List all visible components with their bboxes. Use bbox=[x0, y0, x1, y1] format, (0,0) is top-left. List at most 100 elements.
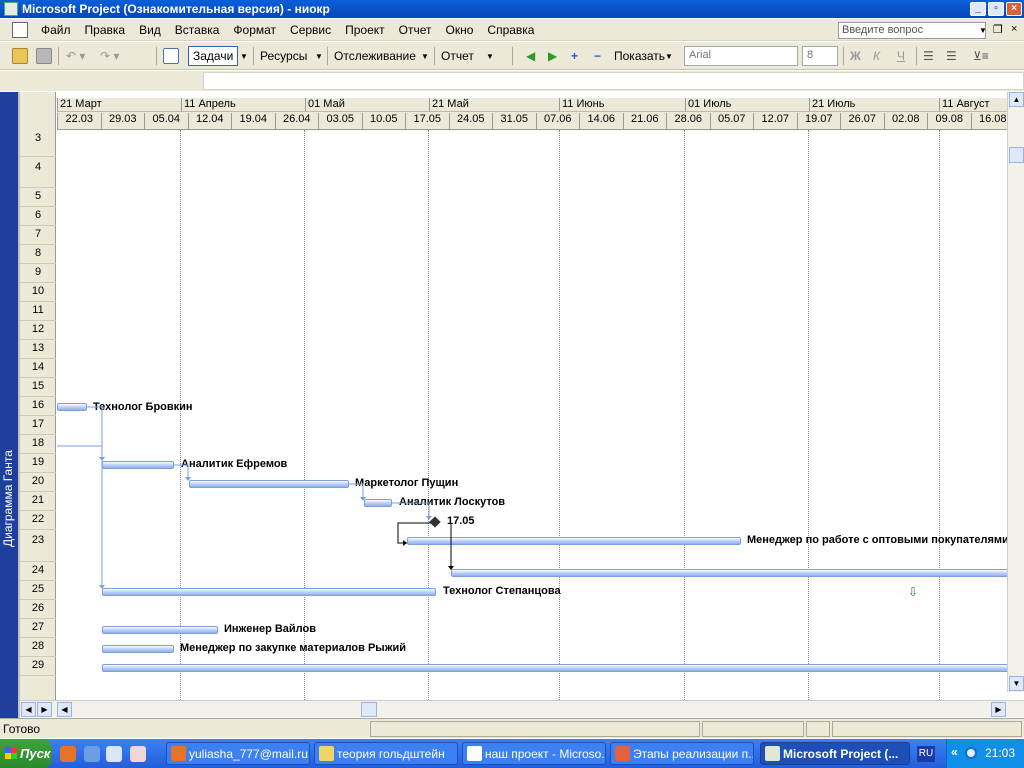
chevron-down-icon[interactable]: ▼ bbox=[979, 26, 987, 35]
row-number[interactable]: 5 bbox=[20, 188, 56, 207]
save-icon[interactable] bbox=[36, 48, 52, 64]
gantt-chart[interactable]: 21 Март 11 Апрель 01 Май 21 Май 11 Июнь 01 Ию… bbox=[57, 92, 1007, 700]
language-indicator[interactable]: RU bbox=[917, 746, 935, 762]
filter-icon[interactable]: ⊻≡ bbox=[973, 46, 989, 66]
row-number[interactable]: 27 bbox=[20, 619, 56, 638]
menu-tools[interactable]: Сервис bbox=[283, 23, 338, 37]
gantt-scroll-left-icon[interactable]: ◀ bbox=[57, 702, 72, 717]
bold-button[interactable]: Ж bbox=[850, 46, 861, 66]
row-number[interactable]: 22 bbox=[20, 511, 56, 530]
minus-icon[interactable]: − bbox=[594, 46, 601, 66]
show-dropdown-icon[interactable]: ▼ bbox=[665, 46, 673, 66]
show-button[interactable]: Показать bbox=[614, 46, 665, 66]
firefox-icon[interactable] bbox=[60, 746, 76, 762]
vertical-scrollbar[interactable]: ▲ ▼ bbox=[1007, 92, 1024, 692]
maximize-button[interactable]: ▫ bbox=[988, 2, 1004, 16]
row-number[interactable]: 18 bbox=[20, 435, 56, 454]
scroll-right-icon[interactable]: ▶ bbox=[37, 702, 52, 717]
row-number[interactable]: 7 bbox=[20, 226, 56, 245]
row-number[interactable]: 4 bbox=[20, 157, 56, 188]
quicklaunch-icon-2[interactable] bbox=[130, 746, 146, 762]
table-view-icon[interactable] bbox=[163, 48, 179, 64]
restore-doc-icon[interactable]: ❐ bbox=[993, 23, 1003, 36]
row-number[interactable]: 17 bbox=[20, 416, 56, 435]
horizontal-scroll-thumb[interactable] bbox=[361, 702, 377, 717]
align-center-icon[interactable]: ☰ bbox=[946, 46, 957, 66]
menu-report[interactable]: Отчет bbox=[392, 23, 439, 37]
arrow-left-icon[interactable]: ◀ bbox=[526, 46, 535, 66]
row-number[interactable]: 9 bbox=[20, 264, 56, 283]
scroll-up-icon[interactable]: ▲ bbox=[1009, 92, 1024, 107]
scroll-down-icon[interactable]: ▼ bbox=[1009, 676, 1024, 691]
taskbar-item-mail[interactable]: yuliasha_777@mail.ru... bbox=[166, 742, 310, 765]
start-button[interactable]: Пуск bbox=[0, 739, 52, 768]
row-number[interactable]: 12 bbox=[20, 321, 56, 340]
row-number[interactable]: 25 bbox=[20, 581, 56, 600]
underline-button[interactable]: Ч bbox=[897, 46, 905, 66]
redo-icon[interactable]: ↷ ▾ bbox=[100, 46, 119, 66]
taskbar-item-word[interactable]: наш проект - Microso... bbox=[462, 742, 606, 765]
menu-window[interactable]: Окно bbox=[439, 23, 481, 37]
ie-icon[interactable] bbox=[106, 746, 122, 762]
tasks-dropdown-icon[interactable]: ▼ bbox=[240, 46, 248, 66]
tracking-dropdown-icon[interactable]: ▼ bbox=[421, 46, 429, 66]
resources-dropdown-icon[interactable]: ▼ bbox=[315, 46, 323, 66]
menu-project[interactable]: Проект bbox=[338, 23, 392, 37]
taskbar-item-folder[interactable]: теория гольдштейн bbox=[314, 742, 458, 765]
entry-field[interactable] bbox=[203, 72, 1024, 90]
menu-edit[interactable]: Правка bbox=[78, 23, 133, 37]
row-number[interactable]: 13 bbox=[20, 340, 56, 359]
menu-view[interactable]: Вид bbox=[132, 23, 168, 37]
row-number[interactable]: 24 bbox=[20, 562, 56, 581]
row-number[interactable]: 11 bbox=[20, 302, 56, 321]
document-icon[interactable] bbox=[12, 21, 28, 38]
taskbar-item-powerpoint[interactable]: Этапы реализации п... bbox=[610, 742, 754, 765]
quicklaunch-icon[interactable] bbox=[84, 746, 100, 762]
close-button[interactable]: × bbox=[1006, 2, 1022, 16]
arrow-right-icon[interactable]: ▶ bbox=[548, 46, 557, 66]
menu-insert[interactable]: Вставка bbox=[168, 23, 227, 37]
row-number[interactable]: 10 bbox=[20, 283, 56, 302]
horizontal-scrollbar[interactable]: ◀ ▶ ◀ ▶ bbox=[20, 700, 1024, 717]
tray-expand-icon[interactable]: « bbox=[951, 745, 958, 759]
row-number[interactable]: 3 bbox=[20, 128, 56, 157]
dependency-line bbox=[87, 406, 103, 457]
row-number[interactable]: 16 bbox=[20, 397, 56, 416]
row-number[interactable]: 21 bbox=[20, 492, 56, 511]
tasks-button[interactable]: Задачи bbox=[188, 46, 239, 66]
plus-icon[interactable]: + bbox=[571, 46, 578, 66]
row-number[interactable]: 8 bbox=[20, 245, 56, 264]
row-number[interactable]: 29 bbox=[20, 657, 56, 676]
resources-button[interactable]: Ресурсы bbox=[260, 46, 307, 66]
view-bar[interactable]: Диаграмма Ганта bbox=[0, 92, 20, 718]
row-number[interactable]: 6 bbox=[20, 207, 56, 226]
tracking-button[interactable]: Отслеживание bbox=[334, 46, 416, 66]
gantt-scroll-right-icon[interactable]: ▶ bbox=[991, 702, 1006, 717]
network-icon[interactable] bbox=[965, 747, 977, 759]
menu-format[interactable]: Формат bbox=[226, 23, 283, 37]
undo-icon[interactable]: ↶ ▾ bbox=[66, 46, 85, 66]
font-size-select[interactable]: 8 bbox=[802, 46, 838, 66]
font-select[interactable]: Arial bbox=[684, 46, 798, 66]
menu-file[interactable]: Файл bbox=[34, 23, 78, 37]
open-folder-icon[interactable] bbox=[12, 48, 28, 64]
row-number[interactable]: 20 bbox=[20, 473, 56, 492]
menu-help[interactable]: Справка bbox=[480, 23, 541, 37]
close-doc-icon[interactable]: × bbox=[1011, 23, 1017, 35]
status-bar: Готово bbox=[0, 718, 1024, 738]
row-number[interactable]: 28 bbox=[20, 638, 56, 657]
scroll-left-icon[interactable]: ◀ bbox=[21, 702, 36, 717]
align-left-icon[interactable]: ☰ bbox=[923, 46, 934, 66]
row-number[interactable]: 23 bbox=[20, 530, 56, 562]
vertical-scroll-thumb[interactable] bbox=[1009, 147, 1024, 163]
report-button[interactable]: Отчет bbox=[441, 46, 474, 66]
row-number[interactable]: 26 bbox=[20, 600, 56, 619]
report-dropdown-icon[interactable]: ▼ bbox=[486, 46, 494, 66]
italic-button[interactable]: К bbox=[873, 46, 880, 66]
help-question-input[interactable]: Введите вопрос bbox=[838, 22, 986, 39]
row-number[interactable]: 15 bbox=[20, 378, 56, 397]
minimize-button[interactable]: _ bbox=[970, 2, 986, 16]
taskbar-item-project[interactable]: Microsoft Project (... bbox=[760, 742, 910, 765]
row-number[interactable]: 14 bbox=[20, 359, 56, 378]
row-number[interactable]: 19 bbox=[20, 454, 56, 473]
